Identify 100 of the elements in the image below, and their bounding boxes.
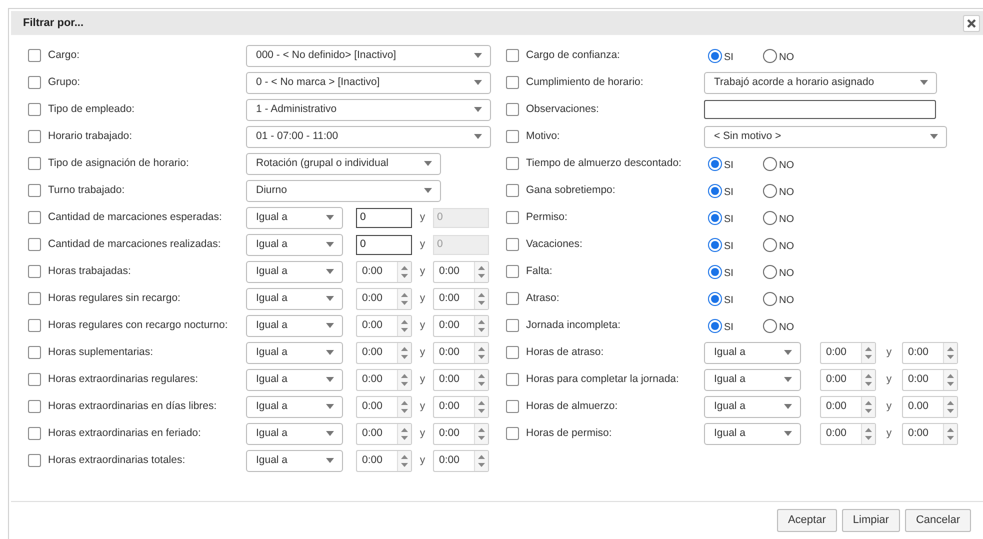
time-field[interactable]: 0:00 [356,288,412,310]
time-field[interactable]: 0:00 [433,342,489,364]
dropdown[interactable]: Igual a [246,314,343,336]
radio-button[interactable] [708,264,722,278]
time-field[interactable]: 0.00 [902,396,958,418]
close-button[interactable] [963,14,980,32]
time-field[interactable]: 0:00 [356,396,412,418]
dropdown[interactable]: Igual a [246,368,343,390]
text-field[interactable] [704,100,936,119]
dropdown[interactable]: Igual a [704,422,801,444]
checkbox[interactable] [506,49,519,62]
spinner-icon[interactable] [401,426,408,440]
spinner-icon[interactable] [478,400,485,414]
dropdown[interactable]: Igual a [246,260,343,282]
checkbox[interactable] [506,427,519,440]
dialog-button[interactable]: Cancelar [904,509,971,532]
time-field[interactable]: 0:00 [820,342,876,364]
radio-button[interactable] [763,156,777,170]
dropdown[interactable]: < Sin motivo > [704,126,947,148]
time-field[interactable]: 0:00 [902,368,958,390]
dropdown[interactable]: Igual a [704,342,801,364]
spinner-icon[interactable] [478,426,485,440]
checkbox[interactable] [506,292,519,305]
spinner-icon[interactable] [401,264,408,278]
radio-button[interactable] [708,318,722,332]
checkbox[interactable] [28,184,41,197]
dropdown[interactable]: Trabajó acorde a horario asignado [704,72,937,94]
spinner-icon[interactable] [478,318,485,332]
spinner-icon[interactable] [478,346,485,360]
time-field[interactable]: 0:00 [433,422,489,444]
checkbox[interactable] [28,346,41,359]
time-field[interactable]: 0:00 [433,450,489,472]
dropdown[interactable]: 0 - < No marca > [Inactivo] [246,72,491,94]
radio-button[interactable] [763,292,777,306]
dropdown[interactable]: 1 - Administrativo [246,98,491,120]
time-field[interactable]: 0:00 [356,422,412,444]
spinner-icon[interactable] [947,346,954,360]
dropdown[interactable]: Igual a [246,206,343,228]
checkbox[interactable] [28,292,41,305]
radio-button[interactable] [763,238,777,252]
spinner-icon[interactable] [401,372,408,386]
checkbox[interactable] [506,238,519,251]
time-field[interactable]: 0:00 [820,368,876,390]
checkbox[interactable] [28,265,41,278]
spinner-icon[interactable] [401,454,408,468]
radio-button[interactable] [708,210,722,224]
checkbox[interactable] [506,400,519,413]
checkbox[interactable] [28,157,41,170]
time-field[interactable]: 0:00 [356,368,412,390]
dropdown[interactable]: 01 - 07:00 - 11:00 [246,126,491,148]
time-field[interactable]: 0:00 [356,260,412,282]
checkbox[interactable] [506,157,519,170]
checkbox[interactable] [506,184,519,197]
spinner-icon[interactable] [401,400,408,414]
checkbox[interactable] [28,373,41,386]
spinner-icon[interactable] [401,318,408,332]
time-field[interactable]: 0:00 [433,288,489,310]
time-field[interactable]: 0:00 [820,422,876,444]
spinner-icon[interactable] [947,426,954,440]
radio-button[interactable] [763,48,777,62]
time-field[interactable]: 0:00 [356,450,412,472]
radio-button[interactable] [763,318,777,332]
radio-button[interactable] [708,48,722,62]
checkbox[interactable] [28,211,41,224]
number-field[interactable]: 0 [356,234,412,254]
radio-button[interactable] [763,184,777,198]
dropdown[interactable]: Igual a [246,342,343,364]
time-field[interactable]: 0:00 [902,422,958,444]
time-field[interactable]: 0:00 [356,314,412,336]
dialog-button[interactable]: Aceptar [776,509,837,532]
time-field[interactable]: 0:00 [433,314,489,336]
time-field[interactable]: 0:00 [902,342,958,364]
checkbox[interactable] [506,103,519,116]
spinner-icon[interactable] [947,400,954,414]
number-field[interactable]: 0 [356,208,412,228]
spinner-icon[interactable] [478,264,485,278]
dropdown[interactable]: Diurno [246,180,441,202]
checkbox[interactable] [28,130,41,143]
time-field[interactable]: 0:00 [433,396,489,418]
dropdown[interactable]: Igual a [704,368,801,390]
dropdown[interactable]: Igual a [246,234,343,256]
spinner-icon[interactable] [478,454,485,468]
checkbox[interactable] [28,238,41,251]
checkbox[interactable] [506,265,519,278]
spinner-icon[interactable] [865,346,872,360]
checkbox[interactable] [506,211,519,224]
spinner-icon[interactable] [865,400,872,414]
spinner-icon[interactable] [478,372,485,386]
spinner-icon[interactable] [865,372,872,386]
dropdown[interactable]: 000 - < No definido> [Inactivo] [246,44,491,66]
time-field[interactable]: 0:00 [356,342,412,364]
checkbox[interactable] [28,103,41,116]
dropdown[interactable]: Igual a [704,396,801,418]
dropdown[interactable]: Igual a [246,288,343,310]
checkbox[interactable] [506,373,519,386]
radio-button[interactable] [708,238,722,252]
time-field[interactable]: 0:00 [433,368,489,390]
spinner-icon[interactable] [947,372,954,386]
checkbox[interactable] [28,427,41,440]
dropdown[interactable]: Igual a [246,450,343,472]
